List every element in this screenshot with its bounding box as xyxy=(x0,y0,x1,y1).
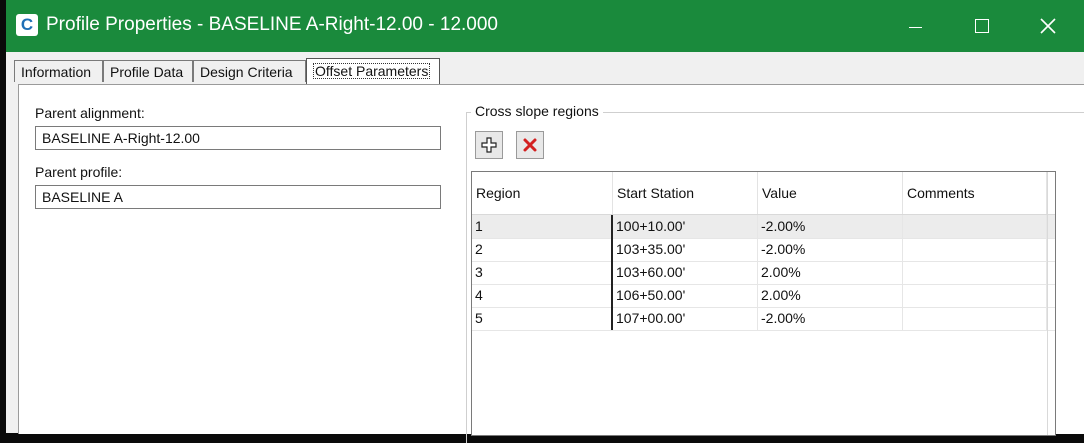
offset-parameters-panel: Parent alignment: Parent profile: Cross … xyxy=(18,84,1084,443)
value-cell[interactable]: 2.00% xyxy=(758,261,903,284)
value-cell[interactable]: 2.00% xyxy=(758,284,903,307)
minimize-button[interactable] xyxy=(883,0,947,52)
delete-region-button[interactable] xyxy=(516,131,544,159)
value-cell[interactable]: -2.00% xyxy=(758,215,903,238)
value-cell[interactable]: -2.00% xyxy=(758,307,903,330)
tab-offset-parameters-label: Offset Parameters xyxy=(313,63,431,79)
comments-cell[interactable] xyxy=(903,215,1047,238)
tab-information-label: Information xyxy=(21,64,92,80)
region-cell[interactable]: 1 xyxy=(472,215,613,238)
grid-right-border xyxy=(1047,172,1048,435)
start-station-cell[interactable]: 100+10.00' xyxy=(613,215,758,238)
title-bar[interactable]: C Profile Properties - BASELINE A-Right-… xyxy=(6,0,1084,52)
tab-design-criteria-label: Design Criteria xyxy=(200,64,293,80)
start-station-cell[interactable]: 107+00.00' xyxy=(613,307,758,330)
tab-profile-data-label: Profile Data xyxy=(110,64,184,80)
start-station-cell[interactable]: 106+50.00' xyxy=(613,284,758,307)
parent-profile-field[interactable] xyxy=(35,185,441,209)
table-row[interactable]: 3 103+60.00' 2.00% xyxy=(472,261,1055,285)
tab-offset-parameters[interactable]: Offset Parameters xyxy=(306,58,440,84)
add-region-button[interactable] xyxy=(475,131,503,159)
table-row[interactable]: 1 100+10.00' -2.00% xyxy=(472,215,1055,239)
app-icon: C xyxy=(16,14,38,36)
region-cell[interactable]: 5 xyxy=(472,307,613,330)
parent-profile-label: Parent profile: xyxy=(35,164,123,180)
maximize-icon xyxy=(975,19,989,33)
cross-slope-grid[interactable]: Region Start Station Value Comments 1 10… xyxy=(471,171,1056,436)
region-cell[interactable]: 2 xyxy=(472,238,613,261)
comments-cell[interactable] xyxy=(903,284,1047,307)
parent-alignment-label: Parent alignment: xyxy=(35,105,145,121)
window-title: Profile Properties - BASELINE A-Right-12… xyxy=(46,14,499,35)
comments-cell[interactable] xyxy=(903,238,1047,261)
column-header-start-station[interactable]: Start Station xyxy=(613,172,758,214)
grid-header: Region Start Station Value Comments xyxy=(472,172,1055,215)
value-cell[interactable]: -2.00% xyxy=(758,238,903,261)
region-cell[interactable]: 4 xyxy=(472,284,613,307)
column-header-value[interactable]: Value xyxy=(758,172,903,214)
app-icon-letter: C xyxy=(20,15,34,34)
profile-properties-window: C Profile Properties - BASELINE A-Right-… xyxy=(6,0,1084,443)
region-cell[interactable]: 3 xyxy=(472,261,613,284)
column-header-region[interactable]: Region xyxy=(472,172,613,214)
comments-cell[interactable] xyxy=(903,307,1047,330)
parent-alignment-field[interactable] xyxy=(35,126,441,150)
add-region-icon xyxy=(481,137,497,153)
table-row[interactable]: 4 106+50.00' 2.00% xyxy=(472,284,1055,308)
tab-profile-data[interactable]: Profile Data xyxy=(103,60,193,82)
start-station-cell[interactable]: 103+35.00' xyxy=(613,238,758,261)
table-row[interactable]: 5 107+00.00' -2.00% xyxy=(472,307,1055,331)
maximize-button[interactable] xyxy=(950,0,1014,52)
tab-design-criteria[interactable]: Design Criteria xyxy=(193,60,306,82)
table-row[interactable]: 2 103+35.00' -2.00% xyxy=(472,238,1055,262)
start-station-cell[interactable]: 103+60.00' xyxy=(613,261,758,284)
minimize-icon xyxy=(908,26,922,28)
comments-cell[interactable] xyxy=(903,261,1047,284)
tab-information[interactable]: Information xyxy=(14,60,103,82)
column-header-comments[interactable]: Comments xyxy=(903,172,1047,214)
delete-region-icon xyxy=(523,138,537,152)
close-icon xyxy=(1040,18,1056,34)
close-button[interactable] xyxy=(1016,0,1080,52)
cross-slope-regions-title: Cross slope regions xyxy=(471,103,603,119)
